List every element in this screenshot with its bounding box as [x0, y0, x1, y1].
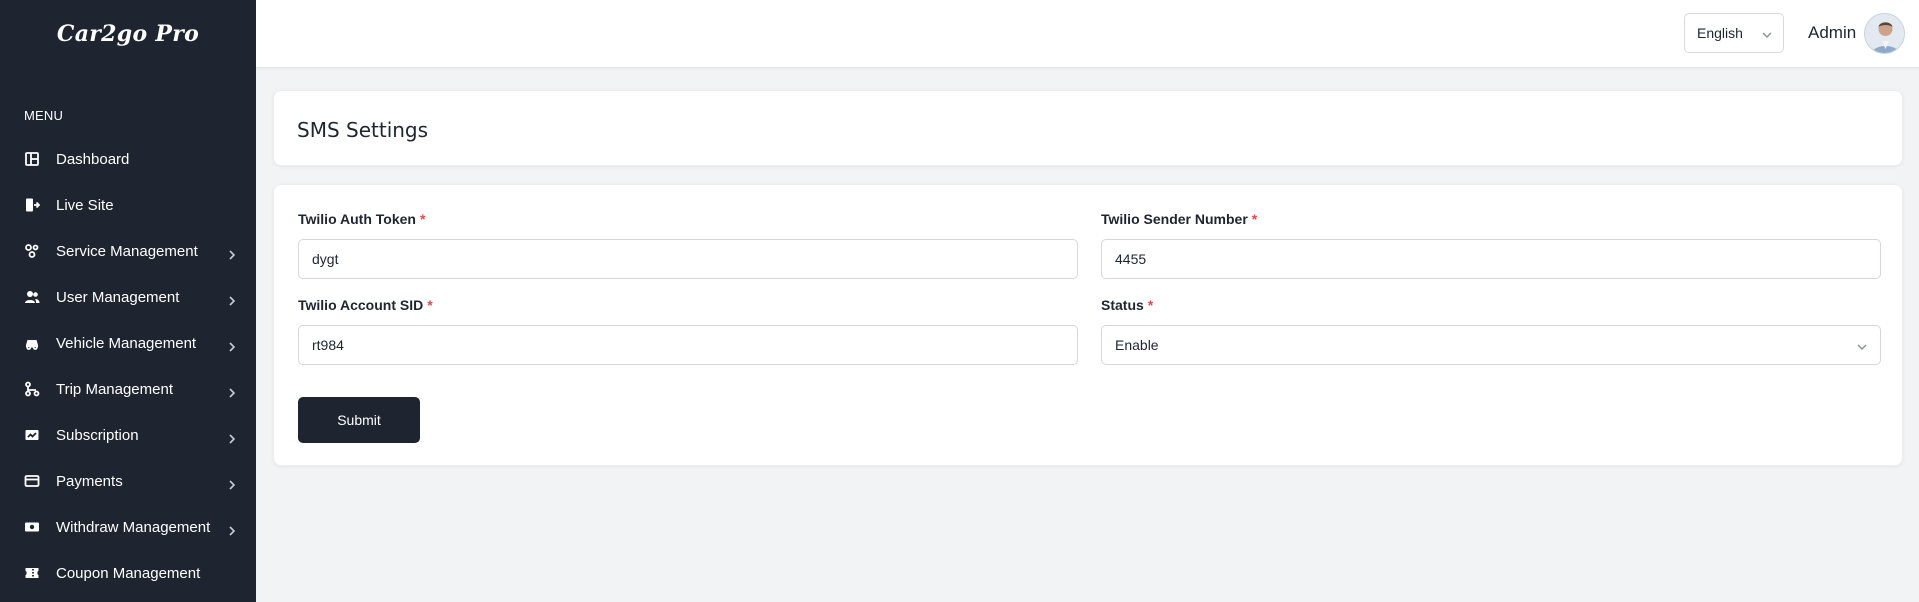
sidebar-item-trip-management[interactable]: Trip Management [0, 366, 256, 412]
service-icon [24, 243, 40, 259]
sidebar-item-subscription[interactable]: Subscription [0, 412, 256, 458]
account-sid-label: Twilio Account SID * [298, 297, 433, 313]
avatar[interactable] [1864, 13, 1905, 54]
cash-icon [24, 519, 40, 535]
sender-number-label-text: Twilio Sender Number [1101, 211, 1248, 227]
chevron-right-icon [226, 294, 238, 306]
sidebar-item-live-site[interactable]: Live Site [0, 182, 256, 228]
auth-token-value: dygt [312, 251, 339, 267]
brand-logo[interactable]: Car2go Pro [0, 0, 256, 68]
live-site-icon [24, 197, 40, 213]
sender-number-value: 4455 [1115, 251, 1147, 267]
language-value: English [1697, 25, 1743, 41]
required-mark: * [1251, 211, 1258, 227]
sender-number-input[interactable]: 4455 [1101, 239, 1881, 279]
sidebar-item-payments[interactable]: Payments [0, 458, 256, 504]
status-select[interactable]: Enable [1101, 325, 1881, 365]
required-mark: * [419, 211, 426, 227]
chevron-right-icon [226, 432, 238, 444]
top-bar [256, 0, 1919, 68]
submit-button[interactable]: Submit [298, 397, 420, 443]
sidebar-item-label: User Management [56, 288, 180, 306]
chevron-right-icon [226, 524, 238, 536]
account-sid-label-text: Twilio Account SID [298, 297, 424, 313]
sender-number-label: Twilio Sender Number * [1101, 211, 1257, 227]
auth-token-label-text: Twilio Auth Token [298, 211, 416, 227]
users-icon [24, 289, 40, 305]
trip-icon [24, 381, 40, 397]
language-select[interactable]: English [1684, 13, 1784, 53]
menu-heading: MENU [24, 108, 64, 123]
coupon-icon [24, 565, 40, 581]
sidebar-item-vehicle-management[interactable]: Vehicle Management [0, 320, 256, 366]
sidebar-item-withdraw-management[interactable]: Withdraw Management [0, 504, 256, 550]
sidebar-item-label: Payments [56, 472, 123, 490]
chevron-right-icon [226, 248, 238, 260]
sidebar-item-label: Subscription [56, 426, 139, 444]
chevron-right-icon [226, 340, 238, 352]
sidebar-item-coupon-management[interactable]: Coupon Management [0, 550, 256, 596]
dashboard-icon [24, 151, 40, 167]
sidebar-item-label: Service Management [56, 242, 198, 260]
brand-name: Car2go Pro [56, 21, 200, 47]
sidebar: Car2go Pro MENU Dashboard Live Site Serv… [0, 0, 256, 602]
sidebar-item-label: Vehicle Management [56, 334, 197, 352]
required-mark: * [427, 297, 433, 313]
account-sid-value: rt984 [312, 337, 344, 353]
sidebar-nav: Dashboard Live Site Service Management U… [0, 136, 256, 596]
page-title: SMS Settings [297, 118, 429, 142]
card-icon [24, 473, 40, 489]
sidebar-item-label: Trip Management [56, 380, 173, 398]
status-label-text: Status [1101, 297, 1144, 313]
status-label: Status * [1101, 297, 1153, 313]
car-icon [24, 335, 40, 351]
sidebar-item-label: Dashboard [56, 150, 130, 168]
sidebar-item-label: Withdraw Management [56, 518, 211, 536]
sidebar-item-label: Coupon Management [56, 564, 201, 582]
chevron-down-icon [1761, 28, 1773, 40]
sidebar-item-service-management[interactable]: Service Management [0, 228, 256, 274]
sms-settings-form: Twilio Auth Token * dygt Twilio Sender Nu… [273, 184, 1903, 466]
sidebar-item-user-management[interactable]: User Management [0, 274, 256, 320]
page-header-card: SMS Settings [273, 90, 1903, 166]
chevron-right-icon [226, 478, 238, 490]
auth-token-input[interactable]: dygt [298, 239, 1078, 279]
chevron-down-icon [1856, 340, 1868, 352]
sidebar-item-label: Live Site [56, 196, 114, 214]
chevron-right-icon [226, 386, 238, 398]
auth-token-label: Twilio Auth Token * [298, 211, 425, 227]
status-value: Enable [1115, 337, 1159, 353]
user-name[interactable]: Admin [1808, 23, 1856, 43]
required-mark: * [1147, 297, 1154, 313]
sidebar-item-dashboard[interactable]: Dashboard [0, 136, 256, 182]
subscription-icon [24, 427, 40, 443]
account-sid-input[interactable]: rt984 [298, 325, 1078, 365]
